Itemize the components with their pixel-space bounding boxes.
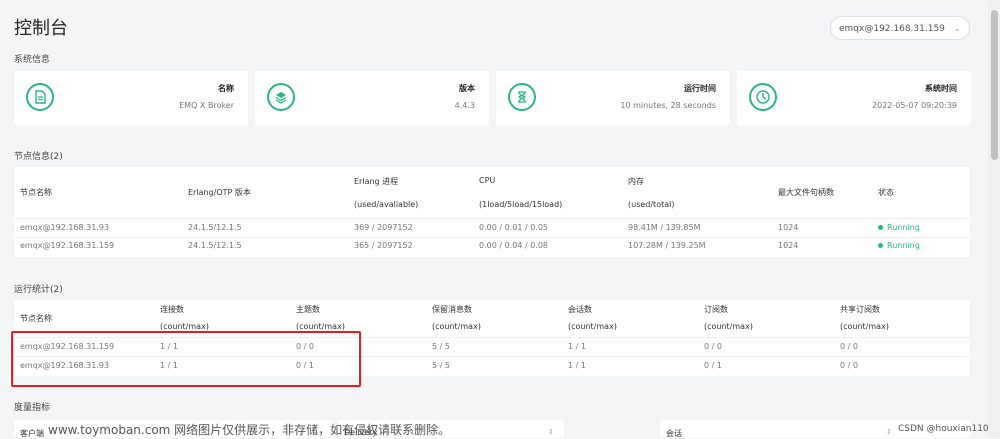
card-value: 2022-05-07 09:20:39 (872, 101, 957, 110)
node-erlang: 369 / 2097152 (354, 223, 413, 232)
col-header-retained: 保留消息数 (432, 305, 472, 314)
col-header-sub: (count/max) (568, 322, 617, 331)
document-icon (26, 83, 54, 111)
card-label: 版本 (459, 84, 475, 93)
stats-sessions: 1 / 1 (568, 342, 586, 351)
node-selector[interactable]: emqx@192.168.31.159 ⌄ (830, 16, 970, 40)
node-memory: 98.41M / 139.85M (628, 223, 701, 232)
system-info-title: 系统信息 (14, 55, 51, 65)
stats-title: 运行统计(2) (14, 285, 63, 295)
scrollbar-thumb[interactable] (991, 10, 998, 160)
page-title: 控制台 (14, 18, 68, 39)
nodes-table: 节点名称 Erlang/OTP 版本 Erlang 进程 (used/avali… (14, 167, 970, 257)
node-max-fds: 1024 (778, 223, 799, 232)
card-systime: 系统时间 2022-05-07 09:20:39 (737, 71, 971, 125)
clock-icon (749, 83, 777, 111)
col-header-erlang: Erlang 进程 (354, 177, 399, 186)
sort-icon[interactable]: ⇕ (886, 428, 892, 436)
col-header-sub: (count/max) (840, 322, 889, 331)
card-label: 名称 (218, 84, 234, 93)
col-header-sub: (count/max) (296, 322, 345, 331)
stats-subscriptions: 0 / 0 (704, 342, 722, 351)
card-name: 名称 EMQ X Broker (14, 71, 248, 125)
hourglass-icon (508, 83, 536, 111)
card-uptime: 运行时间 10 minutes, 28 seconds (496, 71, 730, 125)
card-version: 版本 4.4.3 (255, 71, 489, 125)
node-erlang: 365 / 2097152 (354, 241, 413, 250)
node-selector-value: emqx@192.168.31.159 (839, 24, 945, 34)
nodes-title: 节点信息(2) (14, 152, 63, 162)
node-cpu: 0.00 / 0.01 / 0.05 (479, 223, 548, 232)
status-badge: Running (878, 223, 920, 232)
col-header-shared: 共享订阅数 (840, 305, 880, 314)
col-header-connections: 连接数 (160, 305, 184, 314)
col-header-max-fds: 最大文件句柄数 (778, 188, 834, 197)
col-header-status: 状态 (878, 188, 894, 197)
node-max-fds: 1024 (778, 241, 799, 250)
card-label: 系统时间 (925, 84, 957, 93)
metrics-col-session: 会话 (666, 429, 682, 438)
stats-subscriptions: 0 / 1 (704, 361, 722, 370)
highlight-box (11, 331, 361, 387)
col-header-memory-sub: (used/total) (628, 200, 675, 209)
card-label: 运行时间 (684, 84, 716, 93)
col-header-name: 节点名称 (20, 314, 52, 323)
status-badge: Running (878, 241, 920, 250)
col-header-erlang-sub: (used/avaliable) (354, 200, 419, 209)
stats-retained: 5 / 5 (432, 342, 450, 351)
col-header-sub: (count/max) (160, 322, 209, 331)
status-dot-icon (878, 225, 883, 230)
chevron-down-icon: ⌄ (953, 24, 961, 34)
layers-icon (267, 83, 295, 111)
node-name: emqx@192.168.31.159 (20, 241, 115, 250)
node-name: emqx@192.168.31.93 (20, 223, 110, 232)
col-header-subscriptions: 订阅数 (704, 305, 728, 314)
col-header-sessions: 会话数 (568, 305, 592, 314)
col-header-sub: (count/max) (704, 322, 753, 331)
col-header-cpu: CPU (479, 176, 496, 185)
stats-shared: 0 / 0 (840, 361, 858, 370)
col-header-topics: 主题数 (296, 305, 320, 314)
card-value: 10 minutes, 28 seconds (620, 101, 716, 110)
col-header-memory: 内存 (628, 177, 644, 186)
col-header-sub: (count/max) (432, 322, 481, 331)
col-header-otp: Erlang/OTP 版本 (188, 188, 251, 197)
card-value: EMQ X Broker (179, 101, 234, 110)
sort-icon[interactable]: ⇕ (548, 428, 554, 436)
metrics-title: 度量指标 (14, 403, 51, 413)
node-memory: 107.28M / 139.25M (628, 241, 706, 250)
stats-retained: 5 / 5 (432, 361, 450, 370)
col-header-cpu-sub: (1load/5load/15load) (479, 200, 563, 209)
metrics-col-client: 客户端 (20, 429, 44, 438)
node-otp: 24.1.5/12.1.5 (188, 241, 242, 250)
credit-text: CSDN @houxian1103 (898, 424, 995, 434)
node-cpu: 0.00 / 0.04 / 0.08 (479, 241, 548, 250)
card-value: 4.4.3 (454, 101, 475, 110)
col-header-name: 节点名称 (20, 188, 52, 197)
watermark-text: www.toymoban.com 网络图片仅供展示，非存储，如有侵权请联系删除。 (48, 423, 451, 437)
stats-sessions: 1 / 1 (568, 361, 586, 370)
status-dot-icon (878, 243, 883, 248)
node-otp: 24.1.5/12.1.5 (188, 223, 242, 232)
stats-shared: 0 / 0 (840, 342, 858, 351)
